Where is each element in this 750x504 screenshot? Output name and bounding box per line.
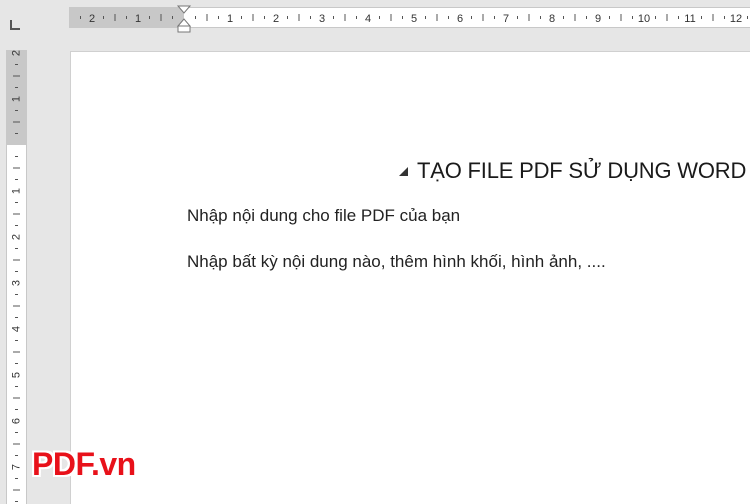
paragraph-1[interactable]: Nhập nội dung cho file PDF của bạn <box>187 206 460 226</box>
ruler-label: 1 <box>227 13 233 25</box>
ruler-label: 4 <box>365 13 371 25</box>
ruler-label: 12 <box>730 13 742 25</box>
document-page[interactable]: TẠO FILE PDF SỬ DỤNG WORD Nhập nội dung … <box>71 52 750 504</box>
horizontal-ruler[interactable]: 2 1 1 2 3 4 5 6 7 8 9 10 11 12 <box>69 7 750 28</box>
ruler-corner <box>0 0 32 32</box>
ruler-label: 6 <box>11 418 23 424</box>
horizontal-ruler-marks: 2 1 1 2 3 4 5 6 7 8 9 10 11 12 <box>80 13 748 25</box>
ruler-label: 10 <box>638 13 650 25</box>
ruler-label: 7 <box>503 13 509 25</box>
ruler-label: 3 <box>11 280 23 286</box>
heading-text: TẠO FILE PDF SỬ DỤNG WORD <box>417 158 747 183</box>
vertical-ruler-marks: 2 1 1 2 3 4 5 6 7 <box>11 50 23 502</box>
ruler-label: 5 <box>11 372 23 378</box>
vertical-ruler[interactable]: 2 1 1 2 3 4 5 6 7 <box>6 50 27 504</box>
pdf-vn-logo: PDF.vn <box>32 446 136 482</box>
ruler-label: 9 <box>595 13 601 25</box>
ruler-label: 1 <box>135 13 141 25</box>
ruler-label: 6 <box>457 13 463 25</box>
indent-marker-icon[interactable] <box>175 5 193 33</box>
collapse-triangle-icon[interactable] <box>399 166 408 176</box>
tab-stop-selector-icon[interactable] <box>10 20 20 30</box>
ruler-label: 8 <box>549 13 555 25</box>
ruler-label: 3 <box>319 13 325 25</box>
ruler-label: 2 <box>89 13 95 25</box>
ruler-label: 2 <box>273 13 279 25</box>
ruler-label: 11 <box>684 13 695 25</box>
ruler-label: 5 <box>411 13 417 25</box>
document-heading[interactable]: TẠO FILE PDF SỬ DỤNG WORD <box>399 156 750 186</box>
ruler-label: 7 <box>11 464 23 470</box>
ruler-label: 1 <box>11 188 23 194</box>
ruler-label: 1 <box>11 96 23 102</box>
ruler-label: 4 <box>11 326 23 332</box>
paragraph-2[interactable]: Nhập bất kỳ nội dung nào, thêm hình khối… <box>187 252 606 272</box>
ruler-label: 2 <box>11 234 23 240</box>
ruler-label: 2 <box>11 50 23 56</box>
